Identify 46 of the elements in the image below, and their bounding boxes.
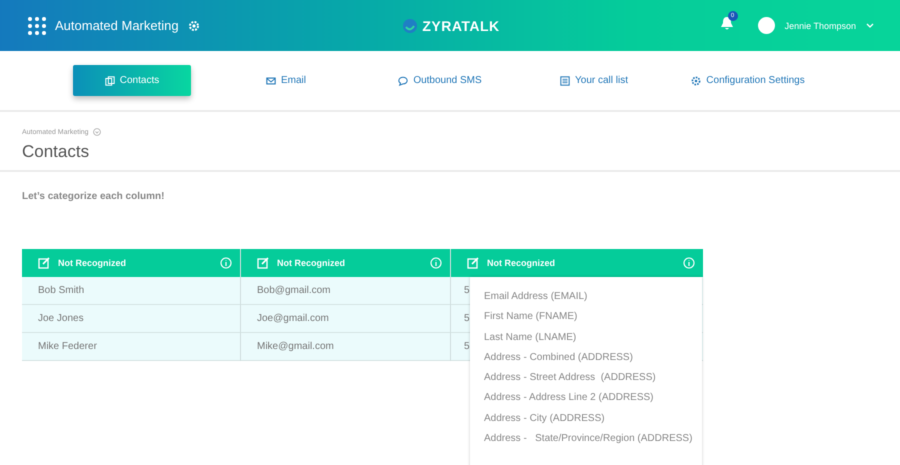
dropdown-option[interactable]: Address - State/Province/Region (ADDRESS): [484, 429, 702, 450]
nav-tab[interactable]: Outbound SMS: [381, 65, 499, 96]
column-header[interactable]: Not Recognized: [451, 249, 703, 277]
column-label: Not Recognized: [58, 258, 128, 268]
dropdown-option[interactable]: First Name (FNAME): [484, 307, 702, 328]
mail-icon: [266, 76, 276, 86]
instruction-text: Let’s categorize each column!: [22, 191, 166, 202]
dropdown-option[interactable]: Address - Street Address (ADDRESS): [484, 368, 702, 388]
avatar-icon[interactable]: [758, 17, 775, 34]
nav-tab[interactable]: Email: [227, 65, 345, 96]
info-icon[interactable]: [683, 257, 695, 269]
info-icon[interactable]: [220, 257, 232, 269]
logo-icon: [402, 18, 418, 34]
column-label: Not Recognized: [487, 258, 556, 268]
user-name[interactable]: Jennie Thompson: [784, 20, 856, 30]
nav-tab[interactable]: Your call list: [535, 65, 653, 96]
table-cell: Mike@gmail.com: [241, 333, 450, 361]
dropdown-option[interactable]: Email Address (EMAIL): [484, 287, 702, 308]
info-icon[interactable]: [430, 257, 442, 269]
app-grid-icon[interactable]: [28, 16, 46, 34]
table-cell: Bob Smith: [22, 277, 240, 305]
edit-icon[interactable]: [38, 257, 50, 269]
edit-icon[interactable]: [257, 257, 269, 269]
app-title: Automated Marketing: [55, 18, 179, 33]
dropdown-option[interactable]: Address - Address Line 2 (ADDRESS): [484, 388, 702, 409]
chevron-circle-icon[interactable]: [92, 128, 101, 136]
chevron-down-icon[interactable]: [866, 23, 874, 28]
bell-icon[interactable]: [720, 16, 734, 30]
dropdown-option[interactable]: Address - City (ADDRESS): [484, 408, 702, 430]
table-cell: Mike Federer: [22, 333, 240, 361]
nav-tab[interactable]: Configuration Settings: [689, 65, 807, 96]
table-cell: Joe@gmail.com: [241, 305, 450, 333]
edit-icon[interactable]: [467, 257, 479, 269]
table-cell: Joe Jones: [22, 305, 240, 333]
column-header[interactable]: Not Recognized: [241, 249, 450, 277]
page-title: Contacts: [22, 142, 90, 162]
settings-icon[interactable]: [188, 20, 200, 32]
chat-icon: [398, 76, 408, 86]
logo-text: ZYRATALK: [422, 18, 500, 34]
gear-icon: [691, 76, 702, 86]
column-label: Not Recognized: [277, 258, 346, 268]
table-cell: Bob@gmail.com: [241, 277, 450, 305]
column-header[interactable]: Not Recognized: [22, 249, 240, 277]
nav-tab[interactable]: Contacts: [73, 65, 191, 96]
list-icon: [560, 76, 570, 86]
copy-icon: [104, 76, 115, 86]
